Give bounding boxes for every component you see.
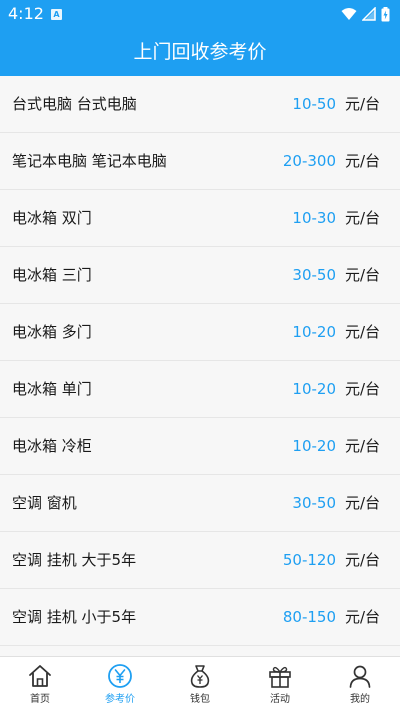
status-icons xyxy=(341,6,390,22)
item-name: 电冰箱 冷柜 xyxy=(12,437,92,455)
a-icon: A xyxy=(51,9,62,20)
list-item: 台式电脑 台式电脑 10-50 元/台 xyxy=(0,76,400,133)
nav-item-activity[interactable]: 活动 xyxy=(240,657,320,712)
item-unit: 元/台 xyxy=(344,323,380,341)
item-unit: 元/台 xyxy=(344,608,380,626)
list-item: 空调 挂机 大于5年 50-120 元/台 xyxy=(0,532,400,589)
list-item: 电冰箱 三门 30-50 元/台 xyxy=(0,247,400,304)
item-unit: 元/台 xyxy=(344,494,380,512)
item-price: 10-20 xyxy=(292,437,336,455)
nav-label: 活动 xyxy=(270,694,290,705)
status-bar: 4:12 A xyxy=(0,0,400,28)
item-name: 空调 挂机 小于5年 xyxy=(12,608,137,626)
yen-circle-icon xyxy=(108,664,132,688)
item-unit: 元/台 xyxy=(344,95,380,113)
list-item: 空调 窗机 30-50 元/台 xyxy=(0,475,400,532)
item-price: 10-20 xyxy=(292,323,336,341)
list-item: 电冰箱 单门 10-20 元/台 xyxy=(0,361,400,418)
item-price: 30-50 xyxy=(292,266,336,284)
home-icon xyxy=(29,665,51,687)
item-unit: 元/台 xyxy=(344,266,380,284)
item-name: 空调 窗机 xyxy=(12,494,77,512)
bottom-nav: 首页 参考价 钱包 活动 我的 xyxy=(0,656,400,712)
item-name: 台式电脑 台式电脑 xyxy=(12,95,137,113)
item-name: 电冰箱 多门 xyxy=(12,323,92,341)
wifi-icon xyxy=(341,8,357,20)
item-unit: 元/台 xyxy=(344,551,380,569)
item-unit: 元/台 xyxy=(344,380,380,398)
nav-item-home[interactable]: 首页 xyxy=(0,657,80,712)
item-name: 电冰箱 三门 xyxy=(12,266,92,284)
list-item: 空调 挂机 小于5年 80-150 元/台 xyxy=(0,589,400,646)
list-item: 笔记本电脑 笔记本电脑 20-300 元/台 xyxy=(0,133,400,190)
price-list[interactable]: 台式电脑 台式电脑 10-50 元/台 笔记本电脑 笔记本电脑 20-300 元… xyxy=(0,76,400,656)
signal-icon xyxy=(362,7,376,21)
item-name: 电冰箱 单门 xyxy=(12,380,92,398)
item-price: 30-50 xyxy=(292,494,336,512)
nav-item-reference-price[interactable]: 参考价 xyxy=(80,657,160,712)
title-bar: 上门回收参考价 xyxy=(0,28,400,76)
item-price: 20-300 xyxy=(282,152,336,170)
list-item: 电冰箱 冷柜 10-20 元/台 xyxy=(0,418,400,475)
item-name: 电冰箱 双门 xyxy=(12,209,92,227)
status-time: 4:12 xyxy=(8,4,44,23)
nav-label: 首页 xyxy=(30,694,50,705)
item-unit: 元/台 xyxy=(344,152,380,170)
nav-label: 钱包 xyxy=(190,694,210,705)
app-screen: 4:12 A 上门回收参考价 台式电脑 台式电脑 10-50 元/台 笔记本电脑… xyxy=(0,0,400,712)
gift-icon xyxy=(269,666,291,688)
person-icon xyxy=(349,665,371,688)
list-item: 电冰箱 双门 10-30 元/台 xyxy=(0,190,400,247)
item-price: 80-150 xyxy=(282,608,336,626)
nav-item-mine[interactable]: 我的 xyxy=(320,657,400,712)
battery-charging-icon xyxy=(381,6,390,21)
nav-label: 我的 xyxy=(350,694,370,705)
nav-label: 参考价 xyxy=(105,694,135,705)
item-unit: 元/台 xyxy=(344,209,380,227)
item-price: 10-20 xyxy=(292,380,336,398)
page-title: 上门回收参考价 xyxy=(133,41,267,63)
item-price: 10-30 xyxy=(292,209,336,227)
item-name: 空调 挂机 大于5年 xyxy=(12,551,137,569)
list-item: 电冰箱 多门 10-20 元/台 xyxy=(0,304,400,361)
item-price: 10-50 xyxy=(292,95,336,113)
money-bag-icon xyxy=(190,665,210,688)
item-name: 笔记本电脑 笔记本电脑 xyxy=(12,152,167,170)
item-price: 50-120 xyxy=(282,551,336,569)
item-unit: 元/台 xyxy=(344,437,380,455)
nav-item-wallet[interactable]: 钱包 xyxy=(160,657,240,712)
